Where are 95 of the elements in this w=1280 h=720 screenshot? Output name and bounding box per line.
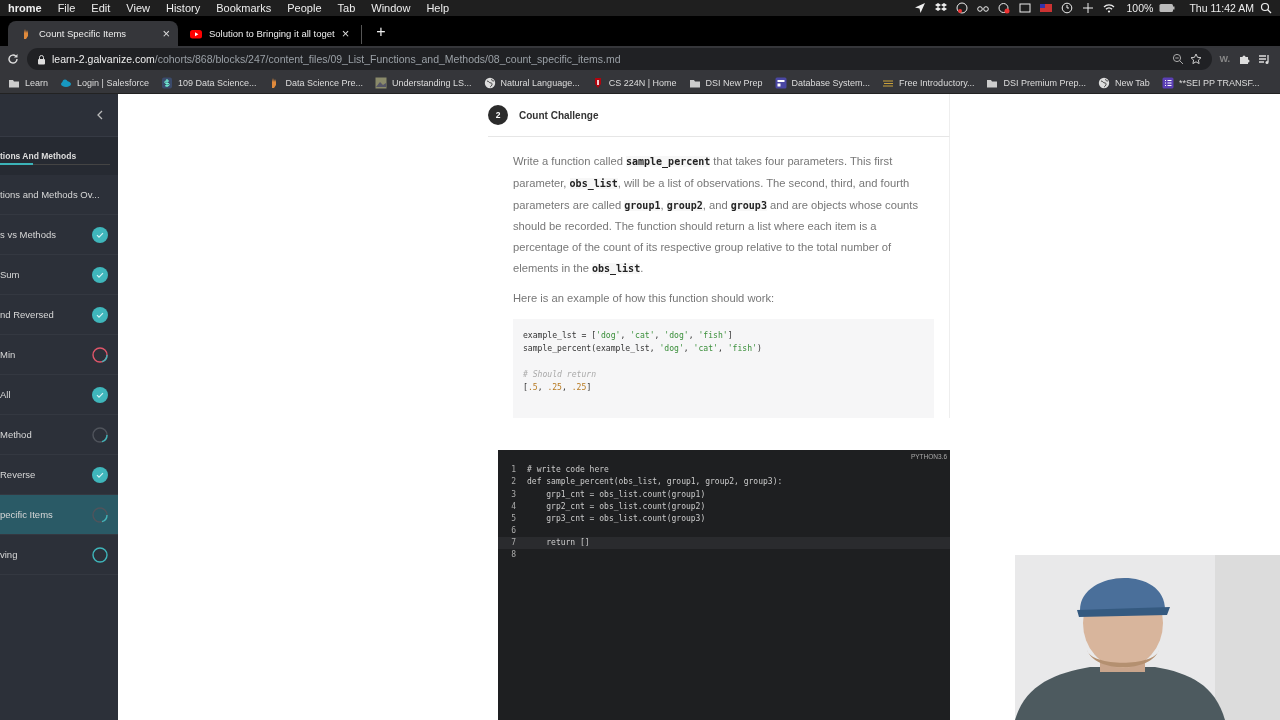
- globe-icon: [483, 76, 496, 89]
- code-line: grp3_cnt = obs_list.count(group3): [545, 513, 706, 523]
- menu-item[interactable]: View: [118, 2, 158, 14]
- bookmark[interactable]: Natural Language...: [483, 76, 580, 89]
- flag-icon[interactable]: [1039, 2, 1052, 14]
- menu-item[interactable]: Bookmarks: [208, 2, 280, 14]
- crosshair-icon[interactable]: [1081, 2, 1094, 14]
- clock-icon[interactable]: [1060, 2, 1073, 14]
- sidebar-item[interactable]: tions and Methods Ov...: [0, 175, 118, 215]
- line-number: 2: [510, 477, 517, 487]
- sidebar-item-label: nd Reversed: [0, 309, 54, 320]
- puzzle-icon[interactable]: [1238, 53, 1250, 65]
- sidebar-item-label: Min: [0, 349, 16, 360]
- menu-item[interactable]: History: [158, 2, 209, 14]
- line-number: 8: [510, 550, 517, 560]
- sidebar-item-label: Method: [0, 429, 32, 440]
- code-editor[interactable]: [498, 449, 950, 720]
- close-tab-button[interactable]: ×: [341, 26, 350, 41]
- line-number: 5: [510, 513, 517, 523]
- menu-item[interactable]: Help: [418, 2, 457, 14]
- aperture-icon[interactable]: [955, 2, 968, 14]
- sidebar-item[interactable]: All: [0, 375, 118, 415]
- bookmark[interactable]: Data Science Pre...: [268, 76, 364, 89]
- bookmark[interactable]: Login | Salesforce: [60, 76, 149, 89]
- bookmark[interactable]: Database System...: [774, 76, 871, 89]
- sidebar-item[interactable]: ving: [0, 535, 118, 575]
- app-menu[interactable]: hrome: [0, 2, 50, 14]
- reload-icon[interactable]: [7, 53, 19, 65]
- line-number: 3: [510, 489, 517, 499]
- bookmark[interactable]: New Tab: [1098, 76, 1150, 89]
- sidebar-item[interactable]: Min: [0, 335, 118, 375]
- sidebar-item-label: pecific Items: [0, 509, 53, 520]
- example-code-block: example_lst = ['dog', 'cat', 'dog', 'fish'] sample_percent(example_lst, 'dog', 'cat', 'fish') # Should return [.5, .25, .25]: [513, 318, 934, 418]
- line-number: 1: [510, 465, 517, 475]
- browser-tab[interactable]: Count Specific Items ×: [8, 21, 178, 46]
- dollar-icon: [160, 76, 173, 89]
- location-icon[interactable]: [913, 2, 926, 14]
- window-icon: [774, 76, 787, 89]
- image-icon: [375, 76, 388, 89]
- menu-item[interactable]: Tab: [329, 2, 364, 14]
- menu-item[interactable]: Window: [363, 2, 419, 14]
- bookmark[interactable]: DSI Premium Prep...: [986, 76, 1086, 89]
- sidebar-item-label: tions and Methods Ov...: [0, 189, 100, 200]
- globe-icon: [1098, 76, 1110, 89]
- sidebar-item-label: Reverse: [0, 469, 36, 480]
- sidebar-item-label: s vs Methods: [0, 229, 56, 240]
- chevron-left-icon[interactable]: [96, 110, 104, 120]
- battery-icon: [1159, 3, 1176, 13]
- wifi-icon[interactable]: [1102, 2, 1115, 14]
- star-icon[interactable]: [1189, 53, 1202, 65]
- menu-item[interactable]: People: [279, 2, 330, 14]
- record-icon[interactable]: [997, 2, 1010, 14]
- code-line: grp1_cnt = obs_list.count(group1): [545, 489, 706, 499]
- code-line: # write code here: [527, 465, 609, 475]
- address-bar[interactable]: learn-2.galvanize.com/cohorts/868/blocks/247/content_files/09_List_Functions_and_Methods/08_count_specific_items.md: [27, 48, 1212, 70]
- line-number: 7: [510, 538, 517, 548]
- list-icon: [1161, 76, 1174, 89]
- line-number: 6: [510, 526, 517, 536]
- instruction-paragraph: Here is an example of how this function should work:: [513, 290, 776, 306]
- step-number: 2: [488, 105, 508, 125]
- instruction-paragraph: Write a function called sample_percent that takes four parameters. This first parameter, obs_list, will be a list of observations. The second, third, and fourth parameters are called group1, group2, and group3 and are objects whose counts should be recorded. The function should return a list where each item is a percentage of the count of its respective group relative to the total number of elements in the obs_list.: [513, 154, 920, 277]
- code-line: return []: [545, 538, 590, 548]
- code-line: def sample_percent(obs_list, group1, group2, group3):: [527, 477, 783, 487]
- lock-icon: [37, 53, 46, 65]
- bookmark[interactable]: 109 Data Science...: [160, 76, 257, 89]
- bookmark[interactable]: Free Introductory...: [882, 76, 975, 89]
- bookmark[interactable]: **SEI PP TRANSF...: [1161, 76, 1260, 89]
- search-icon[interactable]: [1260, 2, 1272, 14]
- playlist-icon[interactable]: [1258, 53, 1270, 65]
- zoom-out-icon[interactable]: [1171, 53, 1184, 65]
- box-icon[interactable]: [934, 2, 947, 14]
- sidebar-item[interactable]: nd Reversed: [0, 295, 118, 335]
- bookmark[interactable]: CS 224N | Home: [591, 76, 677, 89]
- bookmark[interactable]: Understanding LS...: [375, 76, 472, 89]
- sidebar-item-label: All: [0, 389, 11, 400]
- code-line: grp2_cnt = obs_list.count(group2): [545, 501, 706, 511]
- browser-tab[interactable]: Solution to Bringing it all toget ×: [178, 21, 358, 46]
- display-icon[interactable]: [1018, 2, 1031, 14]
- battery-percentage: 100%: [1125, 2, 1155, 14]
- close-tab-button[interactable]: ×: [162, 26, 170, 41]
- sidebar-item-label: ving: [0, 549, 18, 560]
- sidebar-item[interactable]: Sum: [0, 255, 118, 295]
- sidebar-item[interactable]: Method: [0, 415, 118, 455]
- line-number: 4: [510, 501, 517, 511]
- challenge-title: Count Challenge: [519, 109, 599, 121]
- sidebar-item[interactable]: pecific Items: [0, 495, 118, 535]
- sidebar-item-label: Sum: [0, 269, 20, 280]
- menu-item[interactable]: Edit: [83, 2, 119, 14]
- bookmark[interactable]: Learn: [8, 76, 49, 89]
- video-icon: [190, 27, 202, 40]
- sidebar-item[interactable]: s vs Methods: [0, 215, 118, 255]
- bookmark[interactable]: DSI New Prep: [688, 76, 763, 89]
- menu-bar-clock: Thu 11:42 AM: [1188, 2, 1255, 14]
- new-tab-button[interactable]: +: [361, 24, 386, 44]
- menu-item[interactable]: File: [49, 2, 84, 14]
